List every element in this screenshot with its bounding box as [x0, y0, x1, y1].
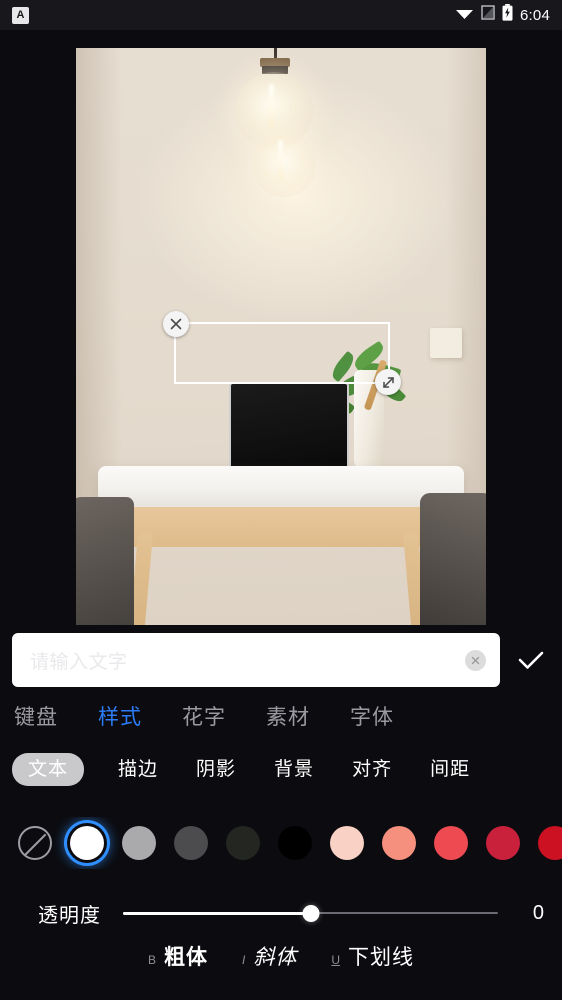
opacity-value: 0: [532, 901, 544, 924]
close-icon: [170, 318, 182, 330]
italic-mark-icon: I: [242, 952, 246, 967]
swatch-light-gray[interactable]: [122, 826, 156, 860]
chair-right: [420, 493, 486, 625]
clock-time: 6:04: [520, 6, 550, 24]
tab-bar: 键盘 样式 花字 素材 字体: [0, 703, 562, 732]
text-box-delete-button[interactable]: [163, 311, 189, 337]
italic-button[interactable]: I 斜体: [242, 947, 297, 968]
subtab-shadow[interactable]: 阴影: [192, 753, 240, 786]
confirm-text-button[interactable]: [514, 643, 548, 677]
color-swatch-row[interactable]: [0, 817, 562, 869]
swatch-mid-gray[interactable]: [174, 826, 208, 860]
text-editing-panel: 请输入文字 键盘 样式 花字 素材 字体 文本 描边 阴影 背景 对齐 间距 透…: [0, 625, 562, 1000]
style-subtab-bar: 文本 描边 阴影 背景 对齐 间距: [0, 753, 562, 786]
text-format-row: B 粗体 I 斜体 U 下划线: [0, 937, 562, 977]
desk-top: [98, 466, 464, 508]
bulb-filament-lower: [278, 140, 283, 180]
underline-button[interactable]: U 下划线: [331, 947, 414, 968]
swatch-dark-red[interactable]: [538, 826, 562, 860]
tab-fancy-text[interactable]: 花字: [180, 703, 228, 732]
tab-keyboard[interactable]: 键盘: [12, 703, 60, 732]
opacity-slider[interactable]: [123, 902, 498, 924]
swatch-none[interactable]: [18, 826, 52, 860]
tab-style[interactable]: 样式: [96, 703, 144, 732]
clear-text-button[interactable]: [465, 649, 486, 671]
photo-canvas-area[interactable]: [0, 30, 562, 625]
subtab-background[interactable]: 背景: [270, 753, 318, 786]
subtab-stroke[interactable]: 描边: [114, 753, 162, 786]
swatch-black[interactable]: [278, 826, 312, 860]
subtab-text[interactable]: 文本: [12, 753, 85, 786]
swatch-crimson[interactable]: [486, 826, 520, 860]
text-input-field[interactable]: 请输入文字: [12, 633, 500, 687]
subtab-spacing[interactable]: 间距: [426, 753, 474, 786]
signal-icon: [481, 5, 495, 25]
swatch-dark-gray[interactable]: [226, 826, 260, 860]
text-box-resize-handle[interactable]: [375, 369, 401, 395]
swatch-white[interactable]: [70, 826, 104, 860]
clear-circle-icon: [471, 656, 480, 664]
status-bar-left: A: [12, 6, 29, 24]
chair-left: [76, 497, 134, 625]
app-notification-icon: A: [12, 6, 29, 24]
slider-fill: [123, 911, 311, 915]
battery-charging-icon: [502, 4, 513, 26]
laptop-screen: [229, 382, 349, 467]
desk-apron: [128, 507, 428, 547]
text-box-overlay[interactable]: [163, 311, 401, 395]
swatch-pale-pink[interactable]: [330, 826, 364, 860]
check-icon: [518, 651, 544, 669]
bold-mark-icon: B: [147, 952, 156, 967]
opacity-slider-row: 透明度 0: [0, 893, 562, 933]
wall-switch: [430, 328, 462, 358]
opacity-label: 透明度: [38, 904, 101, 927]
underline-mark-icon: U: [331, 952, 341, 967]
bold-button[interactable]: B 粗体: [148, 947, 208, 968]
subtab-align[interactable]: 对齐: [348, 753, 396, 786]
swatch-red[interactable]: [434, 826, 468, 860]
resize-handle-icon: [382, 376, 394, 388]
bulb-filament-upper: [269, 84, 274, 128]
bold-label: 粗体: [164, 945, 208, 969]
status-bar: A 6:04: [0, 0, 562, 30]
swatch-salmon[interactable]: [382, 826, 416, 860]
tab-material[interactable]: 素材: [264, 703, 312, 732]
wifi-icon: [455, 6, 474, 25]
slider-thumb[interactable]: [302, 904, 319, 922]
text-input-row: 请输入文字: [0, 630, 562, 690]
status-bar-right: 6:04: [455, 4, 550, 26]
tab-font[interactable]: 字体: [348, 703, 396, 732]
italic-label: 斜体: [253, 945, 298, 969]
underline-label: 下划线: [348, 945, 415, 969]
text-input-placeholder: 请输入文字: [30, 651, 128, 673]
pendant-bulb-lower: [252, 133, 316, 197]
